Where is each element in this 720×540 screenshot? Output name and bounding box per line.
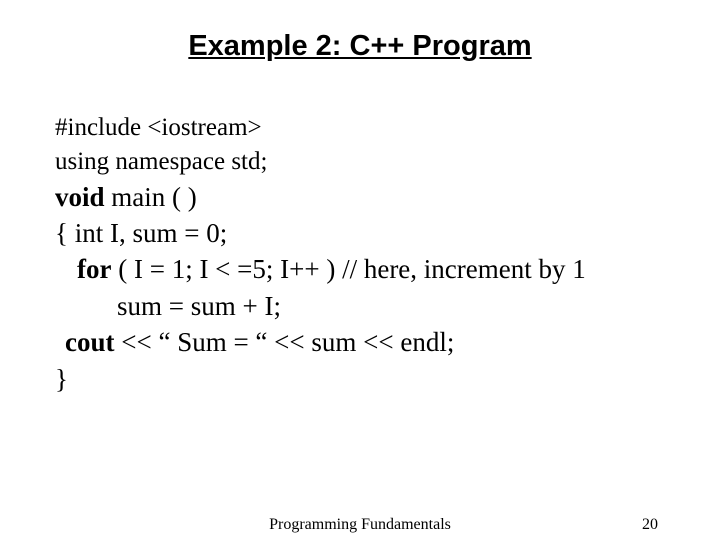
for-body: ( I = 1; I < =5; I++ ) // here, incremen… bbox=[111, 254, 585, 284]
code-line-close: } bbox=[55, 361, 665, 397]
code-line-include: #include <iostream> bbox=[55, 111, 665, 145]
slide: Example 2: C++ Program #include <iostrea… bbox=[0, 0, 720, 540]
page-number: 20 bbox=[642, 516, 658, 534]
slide-title: Example 2: C++ Program bbox=[55, 30, 665, 63]
code-line-main: void main ( ) bbox=[55, 179, 665, 215]
code-block: #include <iostream> using namespace std;… bbox=[55, 111, 665, 397]
keyword-for: for bbox=[77, 254, 111, 284]
main-signature: main ( ) bbox=[105, 182, 197, 212]
footer-text: Programming Fundamentals bbox=[269, 516, 451, 534]
keyword-void: void bbox=[55, 182, 105, 212]
keyword-cout: cout bbox=[65, 327, 115, 357]
code-line-for: for ( I = 1; I < =5; I++ ) // here, incr… bbox=[55, 251, 665, 287]
cout-body: << “ Sum = “ << sum << endl; bbox=[115, 327, 455, 357]
code-line-decl: { int I, sum = 0; bbox=[55, 215, 665, 251]
code-line-using: using namespace std; bbox=[55, 145, 665, 179]
code-line-sum: sum = sum + I; bbox=[55, 288, 665, 324]
code-line-cout: cout << “ Sum = “ << sum << endl; bbox=[55, 324, 665, 360]
